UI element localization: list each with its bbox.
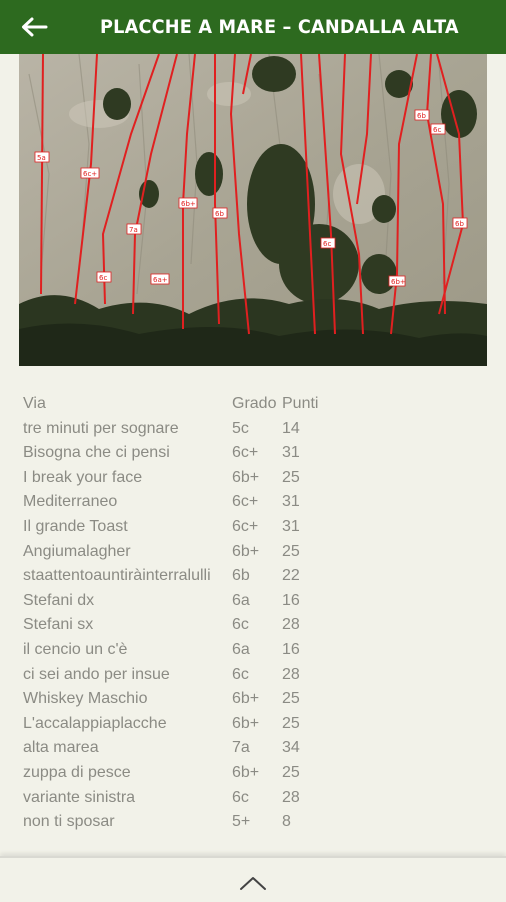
route-name: staattentoauntiràinterralulli <box>23 567 211 585</box>
route-points: 25 <box>282 763 300 781</box>
route-grade: 6c+ <box>232 493 259 511</box>
route-points: 31 <box>282 493 300 511</box>
route-name: L'accalappiaplacche <box>23 714 167 732</box>
route-points: 14 <box>282 419 300 437</box>
route-name: alta marea <box>23 739 99 757</box>
table-row: Mediterraneo 6c+ 31 <box>23 490 493 515</box>
crag-photo-image: 5a 6c+ 7a 6c 6a+ 6b+ 6b 6c 6b+ 6b 6c 6b <box>19 54 487 366</box>
table-row: non ti sposar 5+ 8 <box>23 810 493 835</box>
route-grade: 6c <box>232 788 249 806</box>
table-row: il cencio un c'è 6a 16 <box>23 638 493 663</box>
route-name: Stefani sx <box>23 616 94 634</box>
route-grade: 7a <box>232 739 250 757</box>
bottom-bar <box>0 856 506 902</box>
route-points: 16 <box>282 591 300 609</box>
svg-text:5a: 5a <box>37 154 46 162</box>
svg-text:6b: 6b <box>215 210 224 218</box>
column-header-via: Via <box>23 395 46 412</box>
route-grade: 5+ <box>232 813 251 831</box>
route-name: Mediterraneo <box>23 493 118 511</box>
table-row: Il grande Toast 6c+ 31 <box>23 515 493 540</box>
route-points: 28 <box>282 788 300 806</box>
route-points: 16 <box>282 640 300 658</box>
table-row: zuppa di pesce 6b+ 25 <box>23 761 493 786</box>
svg-text:6b: 6b <box>455 220 464 228</box>
route-grade: 6b <box>232 567 250 585</box>
route-grade: 6b+ <box>232 763 260 781</box>
table-row: alta marea 7a 34 <box>23 736 493 761</box>
table-row: ci sei ando per insue 6c 28 <box>23 663 493 688</box>
table-row: L'accalappiaplacche 6b+ 25 <box>23 712 493 737</box>
route-grade: 6c <box>232 616 249 634</box>
route-points: 34 <box>282 739 300 757</box>
route-grade: 6b+ <box>232 542 260 560</box>
route-name: Stefani dx <box>23 591 95 609</box>
route-name: il cencio un c'è <box>23 640 128 658</box>
table-row: tre minuti per sognare 5c 14 <box>23 417 493 442</box>
svg-text:6b+: 6b+ <box>391 278 406 286</box>
chevron-up-icon <box>240 877 266 890</box>
route-points: 8 <box>282 813 291 831</box>
svg-text:6c: 6c <box>99 274 107 282</box>
route-points: 28 <box>282 616 300 634</box>
route-points: 25 <box>282 468 300 486</box>
svg-text:6c: 6c <box>323 240 331 248</box>
route-grade: 6c+ <box>232 517 259 535</box>
route-points: 25 <box>282 542 300 560</box>
route-name: ci sei ando per insue <box>23 665 170 683</box>
table-row: I break your face 6b+ 25 <box>23 466 493 491</box>
app-bar: PLACCHE A MARE – CANDALLA ALTA <box>0 0 506 54</box>
route-name: Il grande Toast <box>23 517 128 535</box>
route-points: 22 <box>282 567 300 585</box>
scroll-up-button[interactable] <box>238 874 268 892</box>
route-name: Bisogna che ci pensi <box>23 444 170 462</box>
arrow-left-icon <box>22 17 48 37</box>
svg-text:6c: 6c <box>433 126 441 134</box>
route-grade: 6a <box>232 640 250 658</box>
page-title: PLACCHE A MARE – CANDALLA ALTA <box>100 16 459 38</box>
column-header-punti: Punti <box>282 395 319 412</box>
table-row: staattentoauntiràinterralulli 6b 22 <box>23 564 493 589</box>
table-row: Whiskey Maschio 6b+ 25 <box>23 687 493 712</box>
route-name: variante sinistra <box>23 788 136 806</box>
table-row: Angiumalagher 6b+ 25 <box>23 540 493 565</box>
back-button[interactable] <box>18 13 50 41</box>
svg-text:6a+: 6a+ <box>153 276 168 284</box>
svg-text:6c+: 6c+ <box>83 170 97 178</box>
svg-text:6b: 6b <box>417 112 426 120</box>
route-points: 31 <box>282 517 300 535</box>
route-name: zuppa di pesce <box>23 763 131 781</box>
route-name: I break your face <box>23 468 143 486</box>
svg-text:6b+: 6b+ <box>181 200 196 208</box>
route-name: Angiumalagher <box>23 542 131 560</box>
table-row: Stefani dx 6a 16 <box>23 589 493 614</box>
route-points: 25 <box>282 714 300 732</box>
route-grade: 6b+ <box>232 690 260 708</box>
route-grade: 6a <box>232 591 250 609</box>
route-grade: 6b+ <box>232 468 260 486</box>
route-name: Whiskey Maschio <box>23 690 148 708</box>
crag-photo[interactable]: 5a 6c+ 7a 6c 6a+ 6b+ 6b 6c 6b+ 6b 6c 6b <box>19 54 487 366</box>
column-header-grado: Grado <box>232 395 277 412</box>
route-points: 25 <box>282 690 300 708</box>
route-points: 31 <box>282 444 300 462</box>
table-row: variante sinistra 6c 28 <box>23 786 493 811</box>
route-name: tre minuti per sognare <box>23 419 179 437</box>
table-row: Bisogna che ci pensi 6c+ 31 <box>23 441 493 466</box>
route-grade: 6c <box>232 665 249 683</box>
route-grade: 6c+ <box>232 444 259 462</box>
route-grade: 5c <box>232 419 249 437</box>
table-header-row: Via Grado Punti <box>23 392 493 417</box>
routes-table: Via Grado Punti tre minuti per sognare 5c… <box>23 392 493 835</box>
route-name: non ti sposar <box>23 813 115 831</box>
table-row: Stefani sx 6c 28 <box>23 613 493 638</box>
svg-text:7a: 7a <box>129 226 138 234</box>
route-grade: 6b+ <box>232 714 260 732</box>
route-points: 28 <box>282 665 300 683</box>
